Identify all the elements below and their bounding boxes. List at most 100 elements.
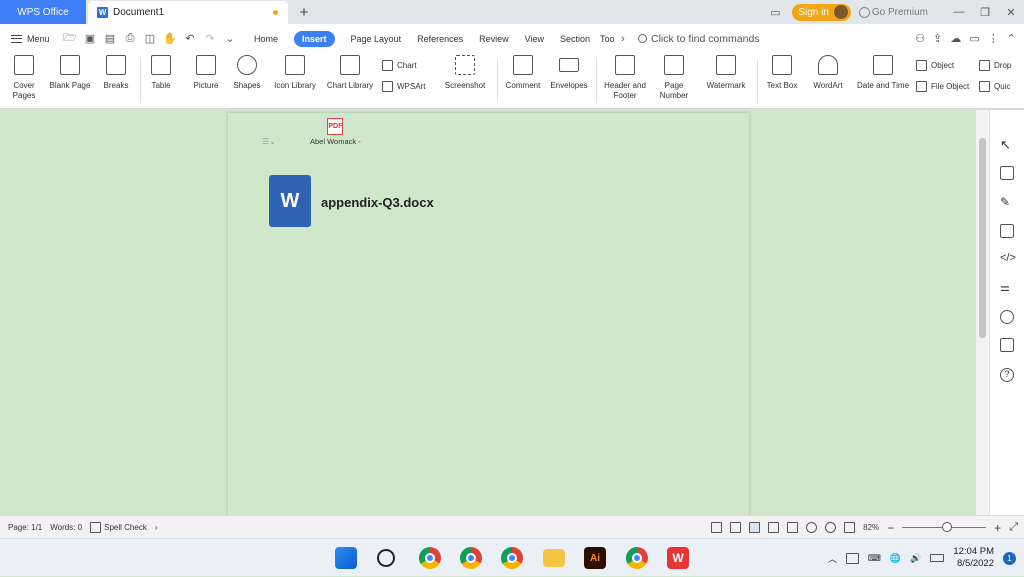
print-icon[interactable]: ⎙	[120, 29, 140, 49]
sign-in-button[interactable]: Sign in	[792, 3, 851, 21]
share-icon[interactable]: ⇪	[933, 32, 942, 45]
zoom-slider-knob[interactable]	[942, 522, 953, 532]
format-painter-icon[interactable]: ✋	[160, 29, 180, 49]
chrome-icon[interactable]	[460, 547, 482, 569]
customize-chevron-icon[interactable]: ⌄	[220, 29, 240, 49]
comment-panel-icon[interactable]: ▭	[969, 32, 979, 45]
tab-view[interactable]: View	[517, 24, 552, 53]
tab-references[interactable]: References	[409, 24, 471, 53]
fit-page-icon[interactable]	[844, 522, 856, 533]
history-icon[interactable]	[1000, 310, 1014, 324]
tab-section[interactable]: Section	[552, 24, 598, 53]
shapes-button[interactable]: Shapes	[229, 55, 265, 91]
tray-app-icon[interactable]	[845, 552, 859, 564]
tabs-scroll-right-icon[interactable]: ›	[618, 29, 628, 49]
watermark-button[interactable]: Watermark	[700, 55, 752, 91]
page-indicator[interactable]: Page: 1/1	[8, 523, 42, 532]
page-view-icon[interactable]	[749, 522, 761, 533]
battery-icon[interactable]	[930, 554, 945, 562]
statusbar-more-icon[interactable]: ›	[155, 523, 158, 532]
file-explorer-icon[interactable]	[543, 549, 565, 567]
taskbar-search-icon[interactable]	[377, 549, 395, 567]
minimize-icon[interactable]: —	[946, 0, 972, 24]
header-footer-button[interactable]: Header and Footer	[601, 55, 649, 101]
collapse-ribbon-icon[interactable]: ⌃	[1007, 32, 1016, 45]
wordart-button[interactable]: WordArt	[806, 55, 850, 91]
text-box-button[interactable]: Text Box	[762, 55, 802, 91]
chart-button[interactable]: Chart	[382, 60, 417, 71]
vertical-scrollbar[interactable]	[976, 110, 989, 515]
menu-button[interactable]: Menu	[0, 34, 60, 44]
export-pdf-icon[interactable]: ▤	[100, 29, 120, 49]
illustrator-icon[interactable]: Ai	[584, 547, 606, 569]
code-icon[interactable]: </>	[1000, 252, 1016, 266]
date-time-button[interactable]: Date and Time	[854, 55, 912, 91]
start-icon[interactable]	[335, 547, 357, 569]
file-object-button[interactable]: File Object	[916, 81, 969, 92]
volume-icon[interactable]: 🔊	[910, 553, 921, 564]
word-document-icon[interactable]: W	[269, 175, 311, 227]
screenshot-button[interactable]: Screenshot	[440, 55, 490, 91]
web-layout-icon[interactable]	[806, 522, 818, 533]
zoom-level[interactable]: 82%	[863, 523, 879, 532]
zoom-in-icon[interactable]: +	[994, 521, 1001, 535]
style-edit-icon[interactable]	[1000, 166, 1014, 180]
chrome-icon[interactable]	[419, 547, 441, 569]
help-icon[interactable]: ?	[1000, 368, 1014, 382]
document-tab[interactable]: W Document1	[88, 1, 288, 24]
redo-icon[interactable]: ↷	[200, 29, 220, 49]
quick-parts-button[interactable]: Quic	[979, 81, 1024, 92]
network-icon[interactable]: 🌐	[890, 553, 901, 564]
save-icon[interactable]: ▣	[80, 29, 100, 49]
wpsart-button[interactable]: WPSArt	[382, 81, 425, 92]
comment-button[interactable]: Comment	[503, 55, 543, 91]
cloud-sync-icon[interactable]: ☁	[950, 32, 961, 45]
new-tab-button[interactable]: +	[296, 3, 312, 21]
tab-page-layout[interactable]: Page Layout	[343, 24, 410, 53]
zoom-out-icon[interactable]: −	[887, 521, 894, 535]
restore-icon[interactable]: ❐	[972, 0, 998, 24]
wps-office-tab[interactable]: WPS Office	[0, 0, 86, 24]
layers-icon[interactable]	[1000, 338, 1014, 352]
spell-check-button[interactable]: Spell Check	[90, 521, 147, 533]
chrome-icon[interactable]	[501, 547, 523, 569]
pdf-attachment[interactable]: PDF Abel Womack -	[310, 118, 361, 144]
notification-badge[interactable]: 1	[1003, 551, 1016, 565]
drop-cap-button[interactable]: Drop	[979, 60, 1024, 71]
print-preview-icon[interactable]: ◫	[140, 29, 160, 49]
embedded-file-name[interactable]: appendix-Q3.docx	[321, 195, 434, 210]
focus-mode-icon[interactable]	[711, 522, 723, 533]
picture-button[interactable]: Picture	[188, 55, 224, 91]
more-options-icon[interactable]: ⋮	[988, 32, 999, 45]
tab-review[interactable]: Review	[471, 24, 517, 53]
cover-pages-button[interactable]: Cover Pages	[8, 55, 40, 101]
fullscreen-icon[interactable]: ⤢	[1009, 521, 1018, 534]
word-count[interactable]: Words: 0	[50, 523, 82, 532]
tab-list-icon[interactable]: ▭	[762, 0, 788, 24]
breaks-button[interactable]: Breaks	[98, 55, 134, 91]
open-folder-icon[interactable]: 🗁	[60, 29, 80, 49]
outline-view-icon[interactable]	[730, 522, 742, 533]
table-button[interactable]: Table	[146, 55, 176, 91]
zoom-slider[interactable]	[902, 522, 987, 532]
keyboard-icon[interactable]: ⌨	[868, 553, 881, 564]
blank-page-button[interactable]: Blank Page	[46, 55, 94, 91]
tab-insert[interactable]: Insert	[286, 24, 343, 53]
icon-library-button[interactable]: Icon Library	[272, 55, 318, 91]
paragraph-options-icon[interactable]: ☰⌄	[262, 137, 276, 146]
reading-mode-icon[interactable]	[787, 522, 799, 533]
page-number-button[interactable]: Page Number	[654, 55, 694, 101]
web-outline-icon[interactable]	[768, 522, 780, 533]
sliders-icon[interactable]: ⚌	[1000, 281, 1014, 295]
clock[interactable]: 12:04 PM 8/5/2022	[953, 546, 994, 570]
scrollbar-thumb[interactable]	[979, 138, 986, 338]
select-cursor-icon[interactable]: ↖	[1000, 137, 1014, 152]
close-icon[interactable]: ✕	[998, 0, 1024, 24]
collaborate-icon[interactable]: ⚇	[915, 32, 925, 45]
chart-library-button[interactable]: Chart Library	[325, 55, 375, 91]
go-premium-button[interactable]: Go Premium	[858, 6, 928, 18]
tab-home[interactable]: Home	[246, 24, 286, 53]
document-canvas[interactable]	[0, 110, 976, 523]
wps-office-icon[interactable]: W	[667, 547, 689, 569]
chrome-icon[interactable]	[626, 547, 648, 569]
